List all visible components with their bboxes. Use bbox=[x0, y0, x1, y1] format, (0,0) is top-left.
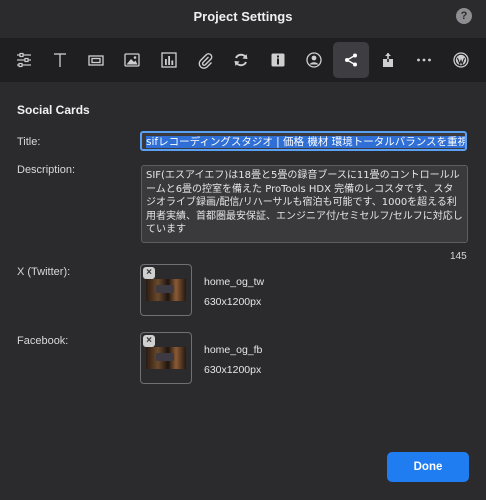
description-field[interactable]: SIF(エスアイエフ)は18畳と5畳の録音ブースに11畳のコントロールルームと6… bbox=[141, 165, 468, 243]
twitter-image-thumbnail[interactable]: × bbox=[140, 264, 192, 316]
window-title: Project Settings bbox=[193, 9, 293, 24]
share-icon[interactable] bbox=[333, 42, 369, 78]
refresh-icon[interactable] bbox=[223, 42, 259, 78]
facebook-image-preview bbox=[146, 347, 186, 369]
title-field[interactable]: sifレコーディングスタジオ | 価格 機材 環境トータルバランスを重視し bbox=[140, 131, 467, 151]
facebook-image-name: home_og_fb bbox=[204, 344, 263, 356]
help-button[interactable]: ? bbox=[456, 8, 472, 24]
twitter-image-size: 630x1200px bbox=[204, 296, 262, 308]
facebook-image-thumbnail[interactable]: × bbox=[140, 332, 192, 384]
twitter-image-name: home_og_tw bbox=[204, 276, 265, 288]
facebook-remove-icon[interactable]: × bbox=[143, 335, 155, 347]
wordpress-icon[interactable] bbox=[443, 42, 479, 78]
twitter-label: X (Twitter): bbox=[17, 266, 71, 278]
sliders-icon[interactable] bbox=[6, 42, 42, 78]
section-heading: Social Cards bbox=[17, 103, 90, 117]
description-char-count: 145 bbox=[450, 251, 467, 262]
title-bar: Project Settings ? bbox=[0, 0, 486, 34]
facebook-image-size: 630x1200px bbox=[204, 364, 262, 376]
description-label: Description: bbox=[17, 164, 76, 176]
upload-icon[interactable] bbox=[370, 42, 406, 78]
done-button[interactable]: Done bbox=[387, 452, 469, 482]
title-field-value: sifレコーディングスタジオ | 価格 機材 環境トータルバランスを重視し bbox=[146, 136, 465, 148]
text-icon[interactable] bbox=[42, 42, 78, 78]
twitter-image-preview bbox=[146, 279, 186, 301]
toolbar bbox=[0, 38, 486, 82]
chart-icon[interactable] bbox=[151, 42, 187, 78]
paperclip-icon[interactable] bbox=[187, 42, 223, 78]
title-label: Title: bbox=[17, 136, 41, 148]
frame-icon[interactable] bbox=[78, 42, 114, 78]
image-icon[interactable] bbox=[114, 42, 150, 78]
more-icon[interactable] bbox=[406, 42, 442, 78]
facebook-label: Facebook: bbox=[17, 335, 69, 347]
twitter-remove-icon[interactable]: × bbox=[143, 267, 155, 279]
info-icon[interactable] bbox=[260, 42, 296, 78]
user-icon[interactable] bbox=[296, 42, 332, 78]
